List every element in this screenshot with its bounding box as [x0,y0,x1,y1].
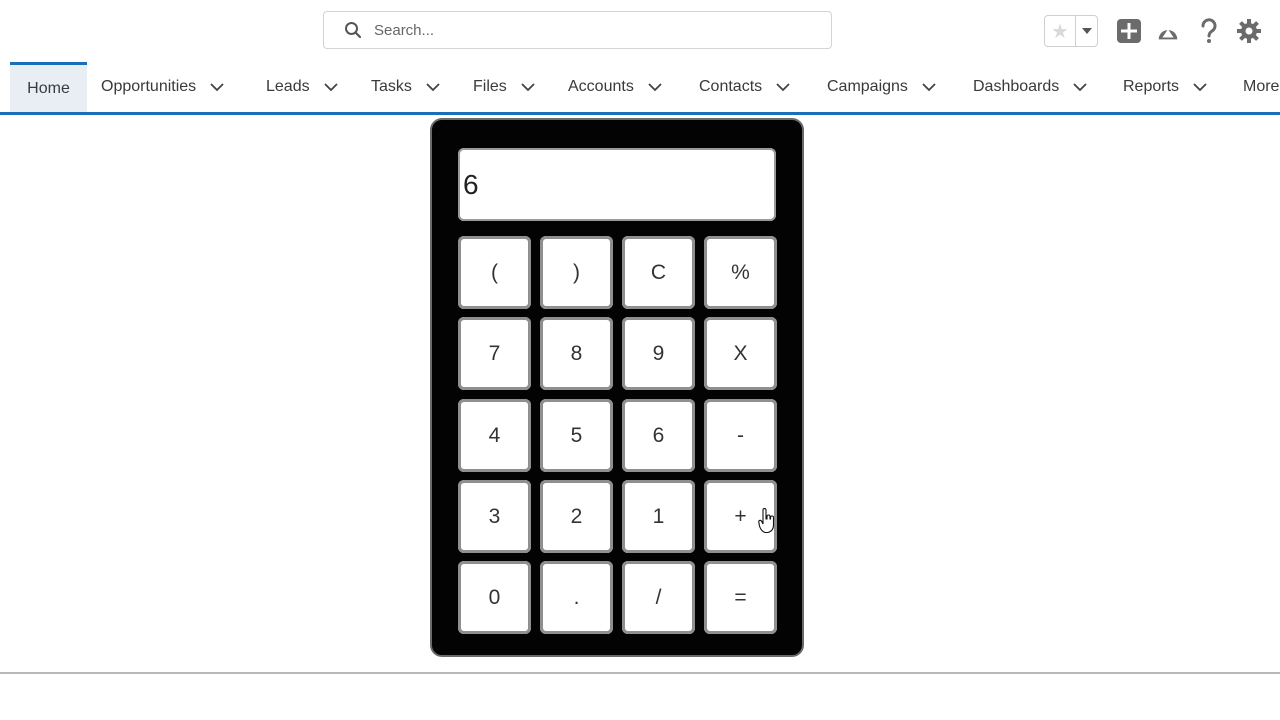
key-0[interactable]: 0 [458,561,531,634]
key-clear[interactable]: C [622,236,695,309]
app-navigation-bar: Home Opportunities Leads Tasks Files Acc… [0,62,1280,115]
key-divide[interactable]: / [622,561,695,634]
key-3[interactable]: 3 [458,480,531,553]
nav-item-label: More [1243,78,1280,95]
calculator: 6 ( ) C % 7 8 9 X 4 5 6 - 3 2 1 + 0 . / … [430,118,804,657]
nav-item-opportunities[interactable]: Opportunities [101,62,224,112]
nav-item-dashboards[interactable]: Dashboards [973,62,1087,112]
chevron-down-icon[interactable] [648,83,662,91]
search-icon [345,22,362,39]
key-7[interactable]: 7 [458,317,531,390]
chevron-down-icon[interactable] [426,83,440,91]
chevron-down-icon[interactable] [922,83,936,91]
nav-item-contacts[interactable]: Contacts [699,62,790,112]
chevron-down-icon[interactable] [1073,83,1087,91]
chevron-down-icon[interactable] [776,83,790,91]
nav-item-label: Campaigns [827,78,908,95]
key-2[interactable]: 2 [540,480,613,553]
global-search[interactable] [323,11,832,49]
key-subtract[interactable]: - [704,399,777,472]
nav-item-files[interactable]: Files [473,62,535,112]
key-open-paren[interactable]: ( [458,236,531,309]
favorites-dropdown-button[interactable] [1076,16,1097,46]
chevron-down-icon[interactable] [521,83,535,91]
nav-item-home[interactable]: Home [10,62,87,112]
nav-item-reports[interactable]: Reports [1123,62,1207,112]
key-multiply[interactable]: X [704,317,777,390]
key-4[interactable]: 4 [458,399,531,472]
caret-down-icon [1081,28,1092,34]
nav-item-label: Accounts [568,78,634,95]
favorites-control[interactable]: ★ [1044,15,1098,47]
chevron-down-icon[interactable] [210,83,224,91]
chevron-down-icon[interactable] [1193,83,1207,91]
trailhead-icon[interactable] [1155,17,1181,45]
add-icon[interactable] [1116,17,1142,45]
nav-item-label: Home [27,79,70,97]
key-6[interactable]: 6 [622,399,695,472]
key-5[interactable]: 5 [540,399,613,472]
help-icon[interactable] [1196,17,1222,45]
nav-item-label: Contacts [699,78,763,95]
nav-item-accounts[interactable]: Accounts [568,62,662,112]
nav-item-tasks[interactable]: Tasks [371,62,440,112]
nav-item-label: Tasks [371,78,412,95]
global-header: ★ [0,0,1280,62]
nav-item-label: Reports [1123,78,1180,95]
key-percent[interactable]: % [704,236,777,309]
nav-item-label: Files [473,78,507,95]
setup-gear-icon[interactable] [1236,17,1262,45]
chevron-down-icon[interactable] [323,83,338,91]
key-close-paren[interactable]: ) [540,236,613,309]
favorites-star-icon[interactable]: ★ [1045,16,1076,46]
nav-item-label: Dashboards [973,78,1060,95]
nav-item-leads[interactable]: Leads [266,62,338,112]
nav-item-more[interactable]: More [1243,62,1279,112]
nav-item-label: Opportunities [101,78,197,95]
key-9[interactable]: 9 [622,317,695,390]
key-decimal[interactable]: . [540,561,613,634]
search-input[interactable] [372,20,796,40]
calculator-display: 6 [458,148,776,221]
footer-divider [0,672,1280,674]
key-1[interactable]: 1 [622,480,695,553]
hand-pointer-cursor-icon [758,508,775,534]
nav-item-campaigns[interactable]: Campaigns [827,62,936,112]
nav-item-label: Leads [266,78,310,95]
key-equals[interactable]: = [704,561,777,634]
key-8[interactable]: 8 [540,317,613,390]
